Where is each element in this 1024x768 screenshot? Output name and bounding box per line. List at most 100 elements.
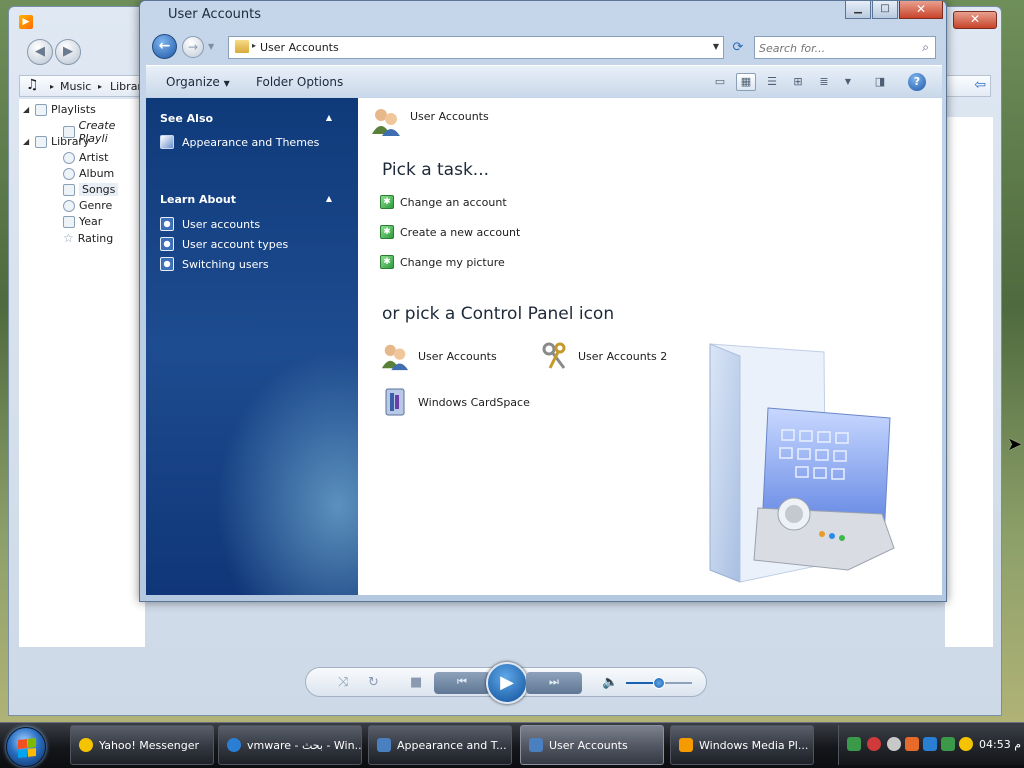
tree-item-genre[interactable]: Genre bbox=[63, 199, 112, 212]
taskbar-button-internet-explorer[interactable]: vmware - بحث - Win... bbox=[218, 725, 362, 765]
control-panel-icon bbox=[529, 738, 543, 752]
sidebar-link-label: Switching users bbox=[182, 257, 269, 271]
security-alert-icon[interactable] bbox=[867, 737, 881, 751]
shuffle-icon[interactable]: ⤨ bbox=[338, 675, 348, 690]
refresh-icon[interactable]: ⟳ bbox=[728, 37, 748, 58]
taskbar-button-windows-media-player[interactable]: Windows Media Pl... bbox=[670, 725, 814, 765]
organize-menu[interactable]: Organize ▼ bbox=[166, 75, 230, 89]
see-also-heading: See Also bbox=[160, 112, 214, 125]
collapse-up-icon[interactable]: ▲ bbox=[326, 194, 332, 203]
play-button[interactable]: ▶ bbox=[486, 662, 528, 704]
start-button[interactable] bbox=[6, 727, 46, 767]
music-note-icon: ♫ bbox=[26, 77, 39, 93]
tree-label-genre: Genre bbox=[79, 199, 113, 212]
media-player-forward-button[interactable]: ▶ bbox=[55, 39, 81, 65]
control-panel-icon bbox=[377, 738, 391, 752]
messenger-tray-icon[interactable] bbox=[959, 737, 973, 751]
cp-icon-label: User Accounts bbox=[418, 349, 497, 363]
album-icon bbox=[63, 167, 75, 180]
volume-slider[interactable] bbox=[626, 677, 692, 689]
next-button[interactable]: ⏭ bbox=[526, 672, 582, 694]
user-accounts-window: User Accounts ▁ □ ✕ ← → ▼ ▸ User Account… bbox=[139, 0, 947, 602]
taskbar-button-appearance-themes[interactable]: Appearance and T... bbox=[368, 725, 512, 765]
sidebar-link-appearance-themes[interactable]: Appearance and Themes bbox=[160, 135, 319, 149]
status-icon[interactable] bbox=[887, 737, 901, 751]
tree-item-songs[interactable]: Songs bbox=[63, 183, 119, 196]
clock[interactable]: 04:53 م bbox=[979, 738, 1021, 751]
sidebar-link-user-account-types[interactable]: User account types bbox=[160, 237, 288, 251]
info-icon bbox=[160, 217, 174, 231]
tray-app-icon[interactable] bbox=[941, 737, 955, 751]
tree-item-playlists[interactable]: ◢ Playlists bbox=[23, 103, 96, 116]
cp-icon-label: User Accounts 2 bbox=[578, 349, 668, 363]
content-breadcrumb-title: User Accounts bbox=[410, 110, 489, 123]
layout-pane-icon[interactable]: ◨ bbox=[870, 73, 890, 91]
details-view-icon[interactable]: ☰ bbox=[762, 73, 782, 91]
tree-label-album: Album bbox=[79, 167, 115, 180]
sidebar-link-user-accounts[interactable]: User accounts bbox=[160, 217, 260, 231]
cp-icon-user-accounts-2[interactable]: User Accounts 2 bbox=[540, 341, 667, 371]
star-icon: ☆ bbox=[63, 231, 74, 245]
volume-knob[interactable] bbox=[653, 677, 665, 689]
expand-arrow-icon[interactable]: ◢ bbox=[23, 105, 31, 114]
help-icon[interactable]: ? bbox=[908, 73, 926, 91]
search-box[interactable]: ⌕ bbox=[754, 36, 936, 59]
tree-label-playlists: Playlists bbox=[51, 103, 96, 116]
collapse-up-icon[interactable]: ▲ bbox=[326, 113, 332, 122]
media-player-back-button[interactable]: ◀ bbox=[27, 39, 53, 65]
tiles-view-icon[interactable]: ⊞ bbox=[788, 73, 808, 91]
taskbar-button-yahoo-messenger[interactable]: Yahoo! Messenger bbox=[70, 725, 214, 765]
tray-app-icon[interactable] bbox=[923, 737, 937, 751]
cp-icon-user-accounts[interactable]: User Accounts bbox=[380, 341, 497, 371]
task-label: Change an account bbox=[400, 195, 507, 209]
task-label: Create a new account bbox=[400, 225, 521, 239]
mouse-cursor-icon: ➤ bbox=[1007, 434, 1023, 455]
search-input[interactable] bbox=[759, 40, 909, 56]
user-accounts-icon bbox=[372, 109, 400, 136]
previous-button[interactable]: ⏮ bbox=[434, 672, 490, 694]
windows-flag-icon bbox=[18, 738, 36, 758]
tree-item-library[interactable]: ◢ Library bbox=[23, 135, 89, 148]
network-icon[interactable] bbox=[847, 737, 861, 751]
minimize-button[interactable]: ▁ bbox=[845, 1, 871, 19]
back-button[interactable]: ← bbox=[152, 34, 177, 59]
preview-view-icon[interactable]: ▭ bbox=[710, 73, 730, 91]
explorer-body: See Also ▲ Appearance and Themes Learn A… bbox=[146, 98, 942, 595]
sidebar-link-switching-users[interactable]: Switching users bbox=[160, 257, 269, 271]
history-dropdown-icon[interactable]: ▼ bbox=[208, 42, 214, 51]
stop-icon[interactable]: ■ bbox=[410, 675, 422, 690]
back-arrow-icon[interactable]: ⇦ bbox=[974, 77, 986, 93]
tree-item-year[interactable]: Year bbox=[63, 215, 102, 228]
close-button[interactable]: ✕ bbox=[899, 1, 943, 19]
chevron-right-icon[interactable]: ▸ bbox=[252, 41, 256, 50]
tree-item-album[interactable]: Album bbox=[63, 167, 114, 180]
tree-item-rating[interactable]: ☆ Rating bbox=[63, 231, 113, 245]
large-icons-view-icon[interactable]: ▦ bbox=[736, 73, 756, 91]
maximize-button[interactable]: □ bbox=[872, 1, 898, 19]
views-dropdown-icon[interactable]: ▼ bbox=[838, 73, 858, 91]
address-dropdown-icon[interactable]: ▼ bbox=[713, 42, 719, 51]
taskbar-button-user-accounts[interactable]: User Accounts bbox=[520, 725, 664, 765]
search-icon[interactable]: ⌕ bbox=[922, 40, 929, 55]
taskbar-button-label: Appearance and T... bbox=[397, 738, 507, 752]
expand-arrow-icon[interactable]: ◢ bbox=[23, 137, 31, 146]
repeat-icon[interactable]: ↻ bbox=[368, 675, 379, 690]
address-crumb-user-accounts[interactable]: User Accounts bbox=[260, 41, 339, 54]
tray-app-icon[interactable] bbox=[905, 737, 919, 751]
task-change-picture[interactable]: ✱ Change my picture bbox=[380, 255, 505, 269]
taskbar-button-label: Yahoo! Messenger bbox=[99, 738, 200, 752]
window-title: User Accounts bbox=[168, 7, 262, 22]
folder-icon bbox=[235, 40, 249, 53]
media-player-close-button[interactable]: ✕ bbox=[953, 11, 997, 29]
cp-icon-windows-cardspace[interactable]: Windows CardSpace bbox=[380, 387, 530, 417]
info-icon bbox=[160, 257, 174, 271]
forward-button[interactable]: → bbox=[182, 36, 204, 58]
task-change-account[interactable]: ✱ Change an account bbox=[380, 195, 507, 209]
task-create-account[interactable]: ✱ Create a new account bbox=[380, 225, 520, 239]
list-view-icon[interactable]: ≣ bbox=[814, 73, 834, 91]
folder-options-button[interactable]: Folder Options bbox=[256, 75, 343, 89]
tree-item-artist[interactable]: Artist bbox=[63, 151, 108, 164]
breadcrumb-music[interactable]: Music bbox=[60, 80, 91, 93]
mute-speaker-icon[interactable]: 🔈 bbox=[602, 675, 618, 690]
address-bar[interactable]: ▸ User Accounts ▼ bbox=[228, 36, 724, 59]
